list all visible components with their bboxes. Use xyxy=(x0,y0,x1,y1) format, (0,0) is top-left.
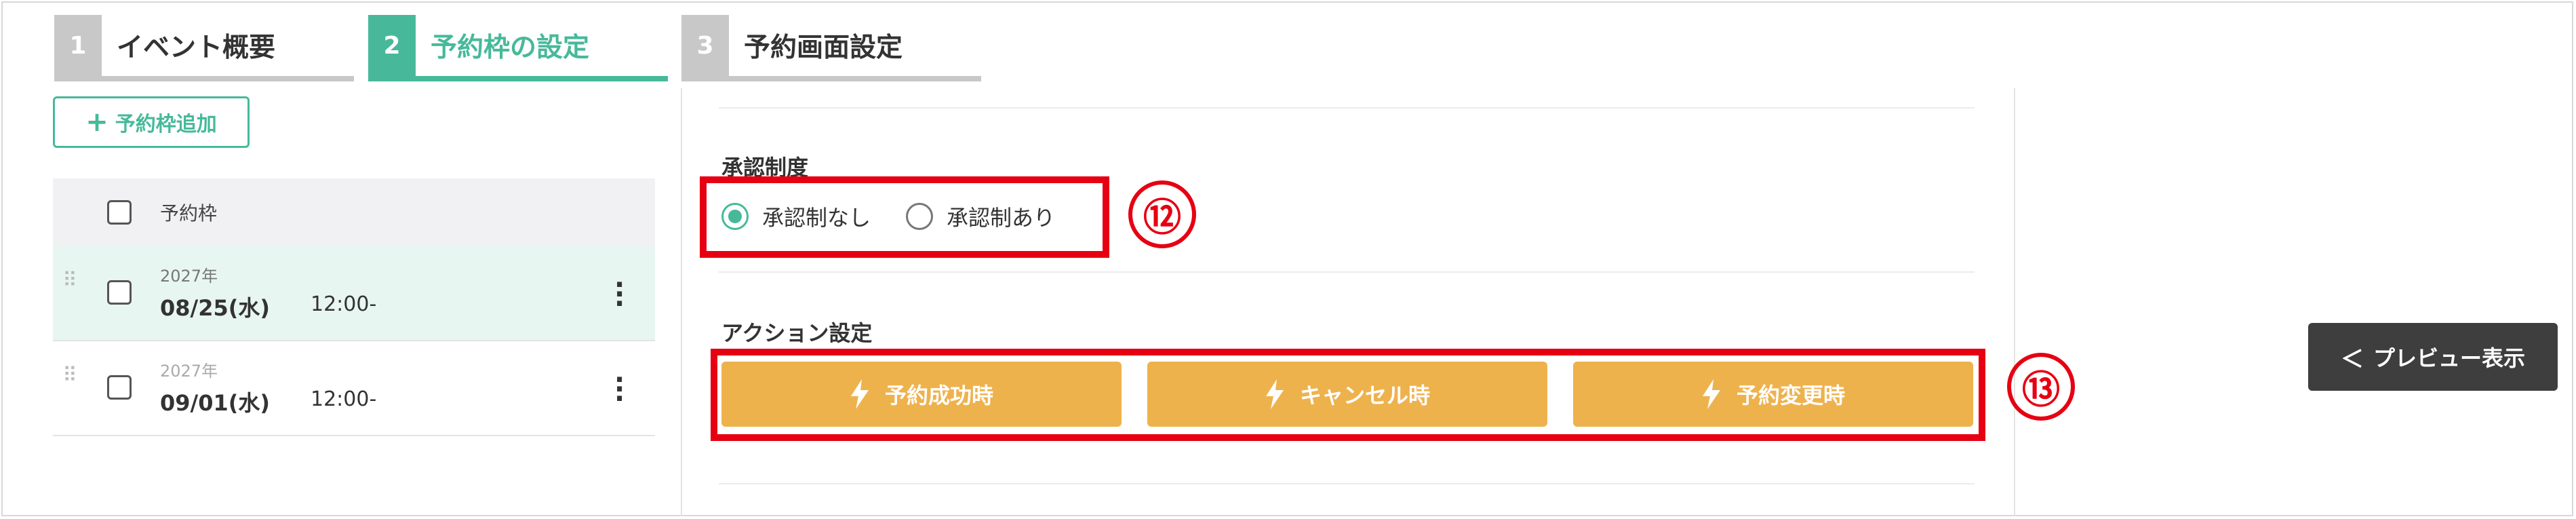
row-year: 2027年 xyxy=(160,362,218,381)
radio-button-selected[interactable] xyxy=(721,203,749,230)
add-slot-button[interactable]: + 予約枠追加 xyxy=(53,96,250,148)
booking-change-action-button[interactable]: 予約変更時 xyxy=(1573,362,1973,427)
step-bar xyxy=(681,76,981,81)
radio-label: 承認制なし xyxy=(762,205,871,231)
table-header: 予約枠 xyxy=(53,178,655,246)
column-header-slot: 予約枠 xyxy=(160,202,218,225)
row-checkbox[interactable] xyxy=(107,375,132,400)
section-divider xyxy=(719,483,1975,484)
row-date: 08/25(水) xyxy=(160,295,271,321)
panel-divider xyxy=(681,88,682,516)
annotation-number-13: ⑬ xyxy=(2007,353,2075,421)
row-year: 2027年 xyxy=(160,267,218,286)
radio-no-approval[interactable]: 承認制なし xyxy=(721,201,871,232)
cancel-action-button[interactable]: キャンセル時 xyxy=(1147,362,1547,427)
preview-label: プレビュー表示 xyxy=(2373,345,2525,371)
add-slot-label: 予約枠追加 xyxy=(115,113,217,136)
table-row[interactable]: ⠿ 2027年 08/25(水) 12:00- · · · xyxy=(53,246,655,341)
step-label: イベント概要 xyxy=(117,33,276,63)
step-bar xyxy=(54,76,354,81)
step-number: 3 xyxy=(681,15,729,76)
step-label: 予約枠の設定 xyxy=(431,33,590,63)
step-slot-settings[interactable]: 2 予約枠の設定 xyxy=(368,15,668,81)
more-options-icon[interactable]: · · · xyxy=(614,366,625,412)
radio-button[interactable] xyxy=(906,203,933,230)
plus-icon: + xyxy=(85,107,108,138)
step-bar xyxy=(368,76,668,81)
lightning-icon xyxy=(850,379,869,409)
section-divider xyxy=(719,107,1975,109)
action-section-label: アクション設定 xyxy=(721,320,873,346)
row-checkbox[interactable] xyxy=(107,280,132,305)
table-row[interactable]: ⠿ 2027年 09/01(水) 12:00- · · · xyxy=(53,341,655,436)
more-options-icon[interactable]: · · · xyxy=(614,271,625,318)
action-label: 予約成功時 xyxy=(884,383,993,408)
radio-with-approval[interactable]: 承認制あり xyxy=(906,201,1055,232)
section-divider xyxy=(719,271,1975,273)
radio-label: 承認制あり xyxy=(947,205,1056,231)
action-label: キャンセル時 xyxy=(1299,383,1430,408)
chevron-left-icon: ＜ xyxy=(2340,345,2364,373)
annotation-number-12: ⑫ xyxy=(1128,180,1196,248)
lightning-icon xyxy=(1265,379,1284,409)
panel-divider xyxy=(2014,88,2015,516)
row-date: 09/01(水) xyxy=(160,390,271,416)
preview-button[interactable]: ＜ プレビュー表示 xyxy=(2308,323,2558,391)
drag-handle-icon[interactable]: ⠿ xyxy=(62,271,80,291)
step-booking-page-settings[interactable]: 3 予約画面設定 xyxy=(681,15,981,81)
step-event-overview[interactable]: 1 イベント概要 xyxy=(54,15,354,81)
step-label: 予約画面設定 xyxy=(744,33,903,63)
step-number: 2 xyxy=(368,15,416,76)
slot-table: 予約枠 ⠿ 2027年 08/25(水) 12:00- · · · ⠿ 2027年 … xyxy=(53,178,655,436)
row-time: 12:00- xyxy=(311,387,377,411)
row-time: 12:00- xyxy=(311,292,377,316)
step-number: 1 xyxy=(54,15,102,76)
select-all-checkbox[interactable] xyxy=(107,200,132,225)
action-label: 予約変更時 xyxy=(1736,383,1845,408)
lightning-icon xyxy=(1702,379,1720,409)
booking-success-action-button[interactable]: 予約成功時 xyxy=(721,362,1122,427)
drag-handle-icon[interactable]: ⠿ xyxy=(62,366,80,386)
